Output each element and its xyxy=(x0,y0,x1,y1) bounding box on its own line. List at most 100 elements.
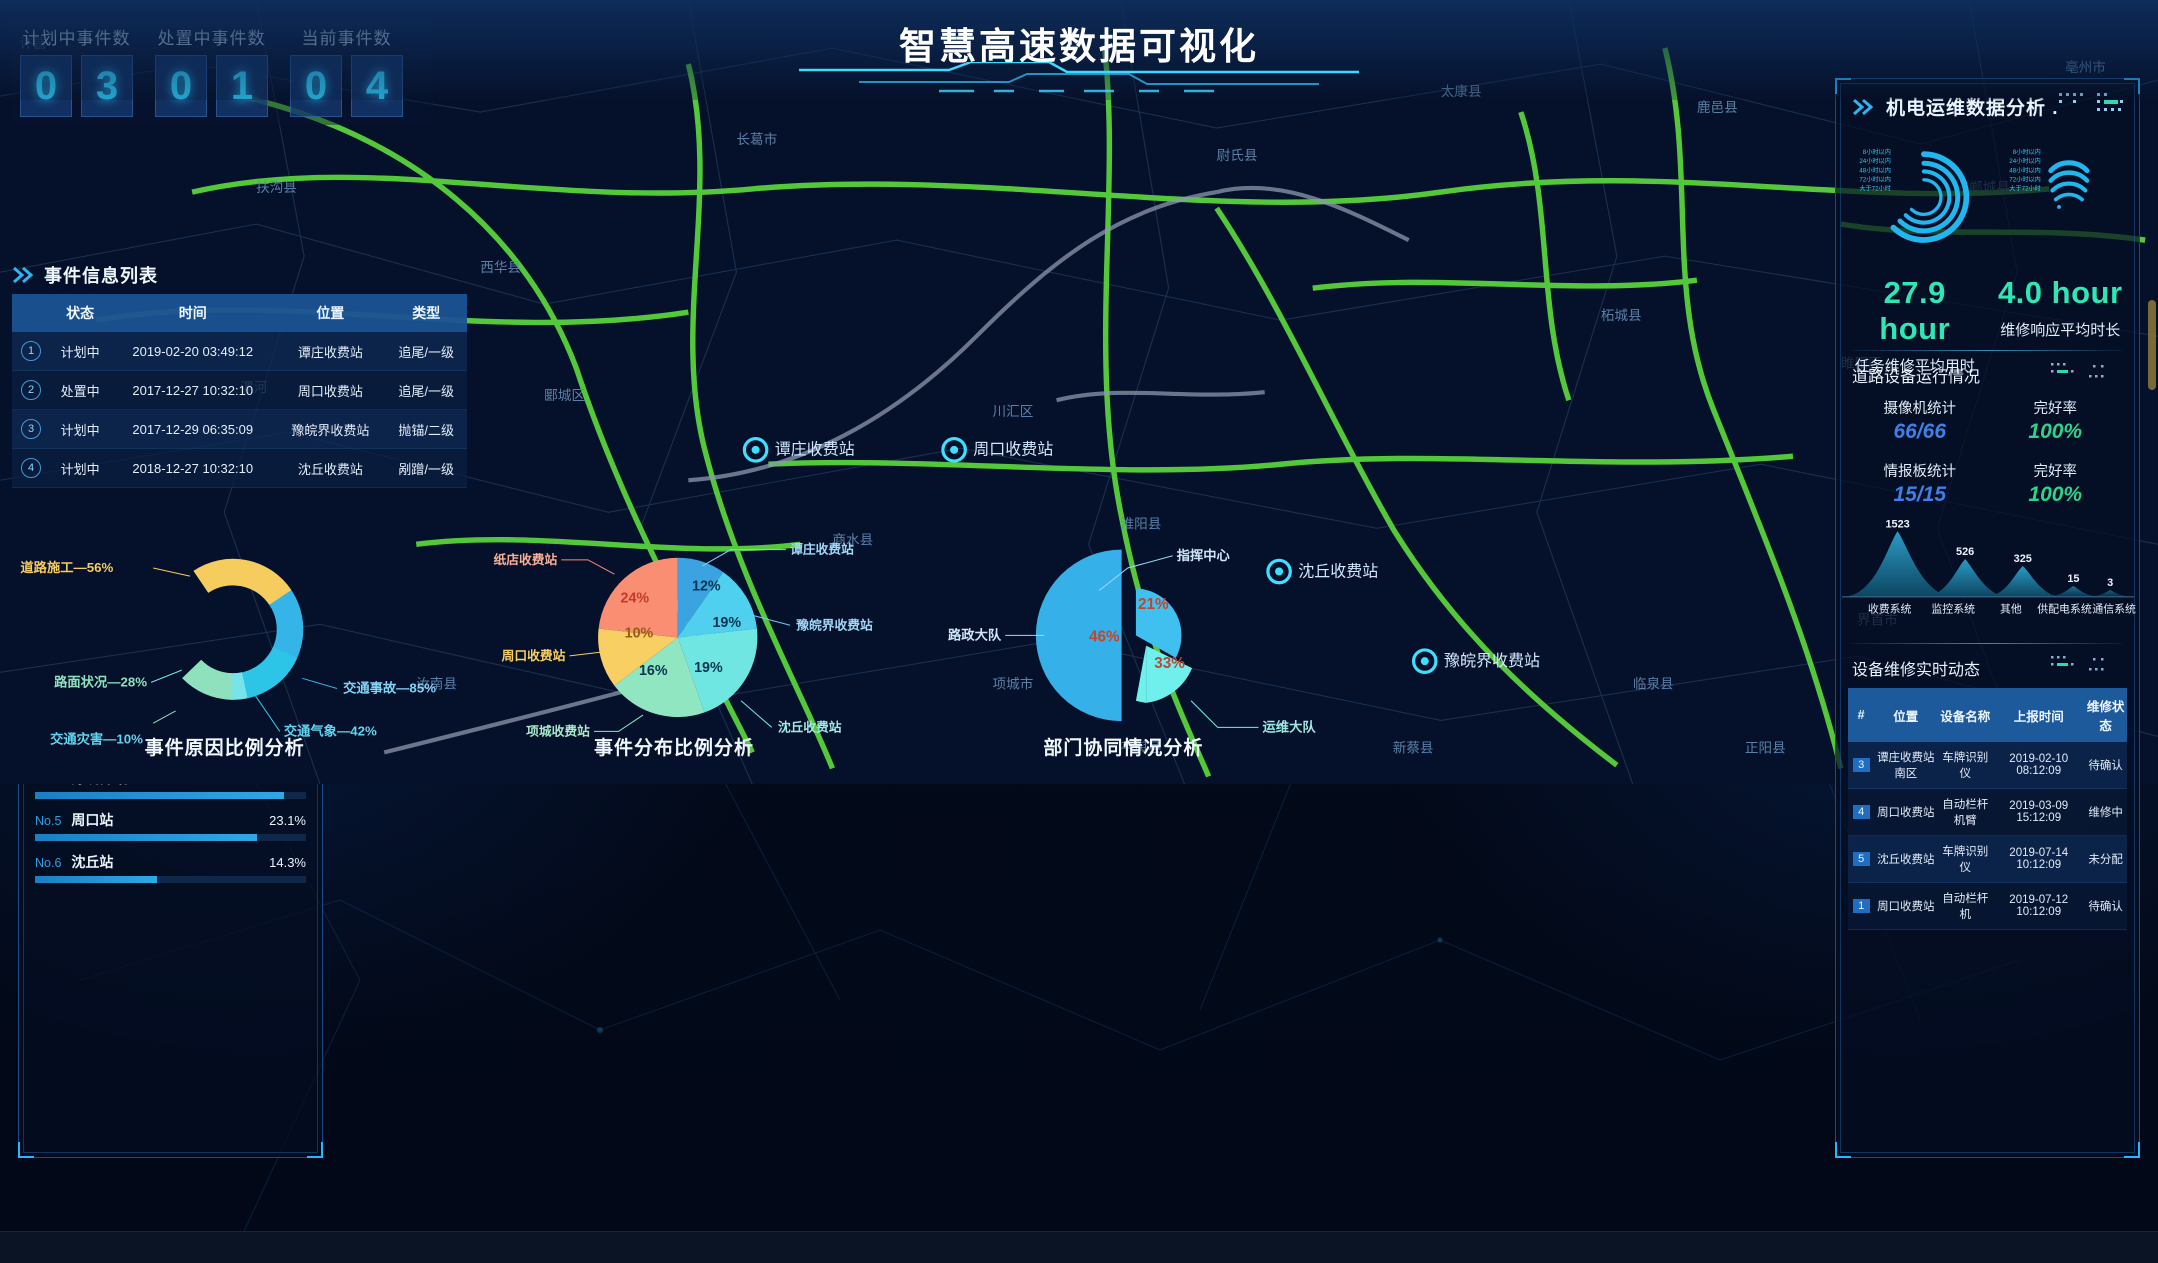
collab-value-46: 46% xyxy=(1089,629,1120,646)
gauge-legend-72h: 72小时以内 xyxy=(1859,175,1891,183)
cell-status: 计划中 xyxy=(50,332,111,371)
cell-location: 周口收费站 xyxy=(1874,882,1938,930)
equipment-section-title: 道路设备运行情况 xyxy=(1852,369,1981,386)
donut-label-accident: 交通事故—85% xyxy=(343,680,436,696)
chevron-right-icon xyxy=(13,266,34,284)
table-row[interactable]: 4 计划中 2018-12-27 10:32:10 沈丘收费站 剐蹭/一级 xyxy=(12,448,467,488)
cell-status: 待确认 xyxy=(2084,882,2127,930)
table-row[interactable]: 3 谭庄收费站南区 车牌识别仪 2019-02-10 08:12:09 待确认 xyxy=(1848,742,2127,789)
svg-text:长葛市: 长葛市 xyxy=(736,131,777,147)
pie-value-19b: 19% xyxy=(694,660,723,676)
corner-decoration xyxy=(1835,1142,1851,1158)
equipment-stats-row-2: 情报板统计 15/15 完好率 100% xyxy=(1836,452,2139,507)
column-device: 设备名称 xyxy=(1937,688,1993,742)
pie-label-yuwanjie: 豫皖界收费站 xyxy=(797,617,874,632)
donut-label-construction: 道路施工—56% xyxy=(20,559,113,575)
cell-location: 豫皖界收费站 xyxy=(275,409,386,449)
rank-progress-bar xyxy=(35,834,306,841)
pie-value-12: 12% xyxy=(692,578,721,594)
table-row[interactable]: 2 处置中 2017-12-27 10:32:10 周口收费站 追尾/一级 xyxy=(12,370,467,410)
collab-value-33: 33% xyxy=(1154,655,1185,672)
cell-time: 2017-12-27 10:32:10 xyxy=(110,370,276,410)
pie-label-zhoukou: 周口收费站 xyxy=(502,648,566,663)
equipment-label: 情报板统计 xyxy=(1883,464,1957,480)
rank-number: No.5 xyxy=(35,814,62,828)
event-list-title: 事件信息列表 xyxy=(44,266,158,286)
equipment-value: 66/66 xyxy=(1893,420,1947,443)
department-collab-pie-chart: 指挥中心 路政大队 运维大队 46% 21% 33% 部门协同情况分析 xyxy=(899,527,1348,759)
equipment-rate-value: 100% xyxy=(2028,420,2083,443)
area-value-1523: 1523 xyxy=(1885,518,1909,530)
dot-matrix-decoration xyxy=(2051,363,2104,378)
equipment-camera-count: 摄像机统计 66/66 xyxy=(1852,397,1988,444)
equipment-camera-rate: 完好率 100% xyxy=(1988,397,2124,444)
area-cat-comm: 通信系统 xyxy=(2092,603,2136,616)
row-index: 1 xyxy=(21,341,41,361)
collab-label-road: 路政大队 xyxy=(948,627,1002,643)
rank-number: No.6 xyxy=(35,856,62,870)
table-row[interactable]: 3 计划中 2017-12-29 06:35:09 豫皖界收费站 抛锚/二级 xyxy=(12,409,467,449)
row-index: 5 xyxy=(1852,852,1870,866)
traffic-assurance-panel: 保通数据分析 年度 季度 月度 xyxy=(0,490,1348,775)
gauge-legend-gt72h: 大于72小时 xyxy=(2010,184,2042,192)
gauge-legend-48h: 48小时以内 xyxy=(1859,166,1891,174)
table-row[interactable]: 4 周口收费站 自动栏杆机臂 2019-03-09 15:12:09 维修中 xyxy=(1848,788,2127,836)
map-station-label: 周口收费站 xyxy=(973,441,1053,459)
event-table[interactable]: 状态 时间 位置 类型 1 计划中 2019-02-20 03:49:12 谭庄… xyxy=(12,294,467,488)
cell-time: 2019-03-09 15:12:09 xyxy=(1992,788,2085,836)
event-distribution-pie-chart: 谭庄收费站 豫皖界收费站 沈丘收费站 项城收费站 周口收费站 纸店收费站 12%… xyxy=(449,527,898,759)
area-cat-monitor: 监控系统 xyxy=(1931,602,1975,616)
cell-status: 处置中 xyxy=(50,370,111,410)
row-index: 1 xyxy=(1852,899,1870,913)
corner-decoration xyxy=(307,1142,323,1158)
equipment-section-title-row: 道路设备运行情况 xyxy=(1836,351,2139,389)
cell-status: 待确认 xyxy=(2084,742,2127,789)
area-cat-toll: 收费系统 xyxy=(1868,602,1912,616)
table-header-row: 状态 时间 位置 类型 xyxy=(12,294,467,332)
assurance-charts-row: 道路施工—56% 交通事故—85% 交通灾害—10% 交通气象—42% 路面状况… xyxy=(0,527,1348,759)
event-cause-donut-chart: 道路施工—56% 交通事故—85% 交通灾害—10% 交通气象—42% 路面状况… xyxy=(0,527,449,759)
table-row[interactable]: 5 沈丘收费站 车牌识别仪 2019-07-14 10:12:09 未分配 xyxy=(1848,835,2127,883)
maintenance-table[interactable]: # 位置 设备名称 上报时间 维修状态 3 谭庄收费站南区 车牌识别仪 2019… xyxy=(1848,688,2127,930)
pie-chart-caption: 事件分布比例分析 xyxy=(593,738,754,759)
scrollbar-thumb[interactable] xyxy=(2148,300,2156,390)
cell-time: 2017-12-29 06:35:09 xyxy=(110,409,276,449)
table-row[interactable]: 1 计划中 2019-02-20 03:49:12 谭庄收费站 追尾/一级 xyxy=(12,332,467,371)
cell-device: 自动栏杆机臂 xyxy=(1937,788,1993,836)
area-cat-other: 其他 xyxy=(2000,603,2022,616)
collab-label-ops: 运维大队 xyxy=(1262,718,1316,734)
maintenance-section-title-row: 设备维修实时动态 xyxy=(1836,644,2139,682)
list-item[interactable]: No.6 沈丘站 14.3% xyxy=(35,852,306,883)
donut-chart-caption: 事件原因比例分析 xyxy=(144,738,305,759)
area-value-325: 325 xyxy=(2014,553,2032,565)
equipment-value: 15/15 xyxy=(1893,483,1947,506)
table-row[interactable]: 1 周口收费站 自动栏杆机 2019-07-12 10:12:09 待确认 xyxy=(1848,882,2127,930)
gauge-value: 4.0 hour xyxy=(1997,275,2123,310)
rank-percent: 23.1% xyxy=(269,813,306,828)
gauge-legend-8h: 8小时以内 xyxy=(2013,148,2041,156)
svg-text:尉氏县: 尉氏县 xyxy=(1217,148,1258,163)
table-header-row: # 位置 设备名称 上报时间 维修状态 xyxy=(1848,688,2127,742)
row-index: 4 xyxy=(21,458,41,478)
equipment-stats-row-1: 摄像机统计 66/66 完好率 100% xyxy=(1836,389,2139,444)
gauge-legend-8h: 8小时以内 xyxy=(1863,148,1891,156)
gauge-legend-24h: 24小时以内 xyxy=(2010,157,2042,165)
column-location: 位置 xyxy=(275,294,386,332)
chevron-right-icon xyxy=(1853,98,1874,115)
column-report-time: 上报时间 xyxy=(1992,688,2085,742)
list-item[interactable]: No.5 周口站 23.1% xyxy=(35,810,306,841)
cell-status: 计划中 xyxy=(50,409,111,449)
gauge-repair-time: 8小时以内 24小时以内 48小时以内 72小时以内 大于72小时 27.9 h… xyxy=(1845,136,1985,375)
electromechanical-panel: 机电运维数据分析 . 8小时以内 24小时以内 48小时以内 72小时以内 大于… xyxy=(1835,78,2140,1158)
pie-value-16: 16% xyxy=(639,663,668,679)
rank-percent: 14.3% xyxy=(269,855,306,870)
gauge-value: 27.9 hour xyxy=(1879,275,1951,346)
cell-time: 2019-02-10 08:12:09 xyxy=(1992,742,2085,789)
row-index: 3 xyxy=(21,419,41,439)
dot-matrix-decoration xyxy=(2051,656,2104,671)
svg-text:郾城区: 郾城区 xyxy=(544,388,585,403)
cell-device: 车牌识别仪 xyxy=(1937,835,1993,883)
area-cat-power: 供配电系统 xyxy=(2037,602,2092,616)
cell-location: 周口收费站 xyxy=(1874,788,1938,836)
gauge-legend-72h: 72小时以内 xyxy=(2010,175,2042,183)
